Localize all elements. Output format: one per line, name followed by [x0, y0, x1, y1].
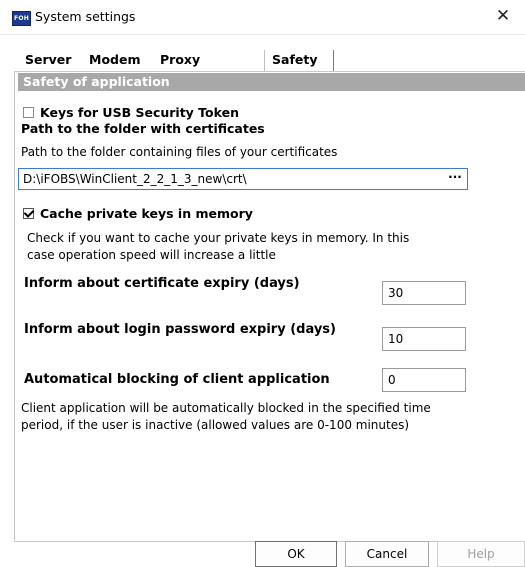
- cache-keys-description-line1: Check if you want to cache your private …: [27, 231, 410, 245]
- app-icon: FOH: [12, 11, 31, 26]
- help-button[interactable]: Help: [437, 541, 525, 567]
- group-header-safety: Safety of application: [18, 73, 525, 91]
- cert-expiry-label: Inform about certificate expiry (days): [24, 276, 300, 291]
- auto-block-description-line2: period, if the user is inactive (allowed…: [21, 418, 410, 432]
- window-title: System settings: [35, 9, 136, 24]
- usb-token-checkbox-row[interactable]: Keys for USB Security Token: [23, 105, 239, 120]
- cert-folder-description: Path to the folder containing files of y…: [21, 145, 338, 159]
- cancel-button[interactable]: Cancel: [345, 541, 429, 567]
- auto-block-description-line1: Client application will be automatically…: [21, 401, 431, 415]
- password-expiry-label: Inform about login password expiry (days…: [24, 322, 336, 337]
- tab-safety[interactable]: Safety: [264, 50, 334, 71]
- cert-expiry-input[interactable]: 30: [382, 281, 466, 305]
- cert-folder-value: D:\iFOBS\WinClient_2_2_1_3_new\crt\: [23, 172, 247, 186]
- cache-keys-label: Cache private keys in memory: [40, 206, 253, 221]
- cache-keys-checkbox-row[interactable]: Cache private keys in memory: [23, 206, 253, 221]
- close-icon[interactable]: ✕: [481, 0, 525, 34]
- browse-folder-button[interactable]: ···: [446, 171, 464, 187]
- tab-proxy-server[interactable]: Proxy server: [153, 50, 212, 87]
- cache-keys-description-line2: case operation speed will increase a lit…: [27, 248, 276, 262]
- tab-server[interactable]: Server: [18, 50, 78, 71]
- auto-block-input[interactable]: 0: [382, 368, 466, 392]
- title-bar: FOH System settings ✕: [0, 0, 525, 35]
- auto-block-label: Automatical blocking of client applicati…: [24, 372, 330, 387]
- cert-folder-input[interactable]: D:\iFOBS\WinClient_2_2_1_3_new\crt\ ···: [18, 168, 468, 190]
- password-expiry-input[interactable]: 10: [382, 327, 466, 351]
- safety-panel: [14, 71, 525, 542]
- usb-token-checkbox[interactable]: [23, 107, 34, 118]
- cache-keys-checkbox[interactable]: [23, 208, 34, 219]
- ok-button[interactable]: OK: [255, 541, 337, 567]
- usb-token-label: Keys for USB Security Token: [40, 105, 239, 120]
- cert-folder-title: Path to the folder with certificates: [21, 121, 265, 136]
- tab-modem[interactable]: Modem: [82, 50, 147, 71]
